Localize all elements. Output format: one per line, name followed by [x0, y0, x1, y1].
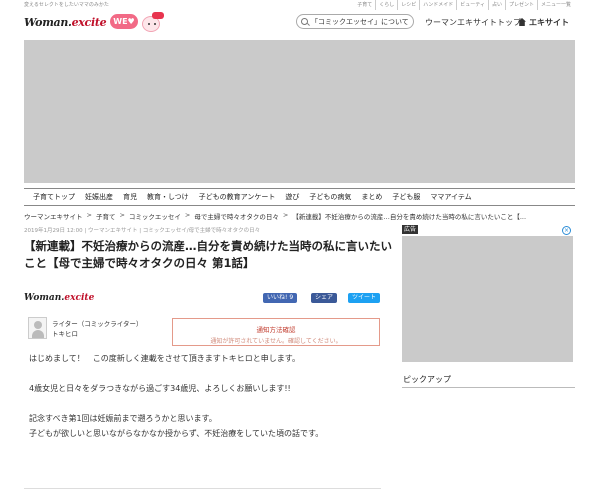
site-tagline: 変えるセレクトをしたいママのみかた: [24, 2, 109, 8]
nav-item-mama-item[interactable]: ママアイテム: [425, 192, 476, 202]
author-card[interactable]: ライター（コミックライター） トキヒロ: [24, 314, 170, 344]
nav-item-ikuji[interactable]: 育児: [118, 192, 142, 202]
top-links: 子育て くらし レシピ ハンドメイド ビューティ 占い プレゼント メニュー一覧: [354, 0, 574, 10]
top-link-kosodate[interactable]: 子育て: [354, 0, 375, 10]
breadcrumb-current: 【新連載】不妊治療からの流産…自分を責め続けた当時の私に言いたいこと【...: [292, 213, 527, 221]
search-input[interactable]: [311, 16, 409, 27]
twitter-tweet-button[interactable]: ツイート: [348, 293, 381, 303]
nav-item-kodomofuku[interactable]: 子ども服: [387, 192, 425, 202]
author-name[interactable]: トキヒロ: [52, 328, 78, 338]
top-link-menu[interactable]: メニュー一覧: [536, 0, 574, 10]
woman-excite-logo[interactable]: Woman.excite: [24, 16, 107, 29]
author-avatar: [28, 317, 47, 339]
byline-logo: Woman.excite: [24, 293, 95, 303]
pickup-heading: ピックアップ: [403, 375, 451, 384]
notification-notice[interactable]: 通知方法確認 通知が許可されていません。確認してください。: [172, 318, 380, 346]
article-title: 【新連載】不妊治療からの流産…自分を責め続けた当時の私に言いたいこと【母で主婦で…: [24, 239, 392, 270]
sidebar-ad-placeholder[interactable]: [402, 236, 573, 362]
nav-item-kyoiku[interactable]: 教育・しつけ: [142, 192, 194, 202]
nav-item-survey[interactable]: 子どもの教育アンケート: [194, 192, 281, 202]
excite-link[interactable]: エキサイト: [518, 17, 569, 28]
top-link-handmade[interactable]: ハンドメイド: [419, 0, 456, 10]
article-byline: Woman.excite いいね! 9 シェア ツイート: [24, 291, 381, 309]
mascot-icon: [140, 12, 164, 34]
divider: [24, 488, 381, 489]
breadcrumb-item[interactable]: 母で主婦で時々オタクの日々: [194, 211, 279, 221]
author-role: ライター（コミックライター）: [52, 320, 143, 328]
site-header: Woman.excite WE♥ ウーマンエキサイトトップ エキサイト: [0, 10, 600, 36]
breadcrumb-item[interactable]: ウーマンエキサイト: [24, 211, 83, 221]
ad-close-icon[interactable]: ×: [562, 226, 571, 235]
divider: [402, 387, 575, 388]
article-body: はじめまして！ この度新しく連載をさせて頂きますトキヒロと申します。 4歳女児と…: [29, 351, 389, 456]
notice-subtext: 通知が許可されていません。確認してください。: [210, 338, 342, 345]
top-link-present[interactable]: プレゼント: [504, 0, 537, 10]
nav-item-asobi[interactable]: 遊び: [280, 192, 304, 202]
search-box[interactable]: [296, 14, 414, 29]
nav-item-byoki[interactable]: 子どもの病気: [304, 192, 356, 202]
breadcrumb: ウーマンエキサイト > 子育て > コミックエッセイ > 母で主婦で時々オタクの日々 >…: [24, 211, 527, 221]
woman-excite-top-link[interactable]: ウーマンエキサイトトップ: [425, 17, 521, 28]
home-icon: [518, 18, 526, 26]
top-strip: 変えるセレクトをしたいママのみかた 子育て くらし レシピ ハンドメイド ビュー…: [0, 0, 600, 10]
article-paragraph: はじめまして！ この度新しく連載をさせて頂きますトキヒロと申します。: [29, 354, 300, 363]
breadcrumb-item[interactable]: 子育て: [96, 211, 116, 221]
nav-item-kosodate-top[interactable]: 子育てトップ: [28, 192, 80, 202]
search-icon[interactable]: [301, 18, 308, 25]
top-link-recipe[interactable]: レシピ: [397, 0, 419, 10]
article-dateline: 2019年1月29日 12:00 | ウーマンエキサイト | コミックエッセイ/…: [24, 228, 261, 234]
top-link-beauty[interactable]: ビューティ: [456, 0, 488, 10]
nav-item-matome[interactable]: まとめ: [356, 192, 387, 202]
notice-title: 通知方法確認: [256, 326, 296, 334]
article-paragraph: 記念すべき第1回は妊娠前まで遡ろうかと思います。 子どもが欲しいと思いながらなか…: [29, 414, 324, 438]
banner-ad-placeholder: [24, 40, 575, 183]
top-link-kurashi[interactable]: くらし: [375, 0, 397, 10]
facebook-like-button[interactable]: いいね! 9: [263, 293, 298, 303]
breadcrumb-item[interactable]: コミックエッセイ: [129, 211, 181, 221]
ad-label: 広告: [402, 225, 419, 234]
we-badge[interactable]: WE♥: [110, 14, 138, 29]
nav-item-ninshin[interactable]: 妊娠出産: [80, 192, 118, 202]
top-link-uranai[interactable]: 占い: [487, 0, 505, 10]
facebook-share-button[interactable]: シェア: [311, 293, 338, 303]
category-nav: 子育てトップ 妊娠出産 育児 教育・しつけ 子どもの教育アンケート 遊び 子ども…: [24, 188, 575, 206]
article-paragraph: 4歳女児と日々をダラつきながら過ごす34歳児、よろしくお願いします!!: [29, 384, 291, 393]
